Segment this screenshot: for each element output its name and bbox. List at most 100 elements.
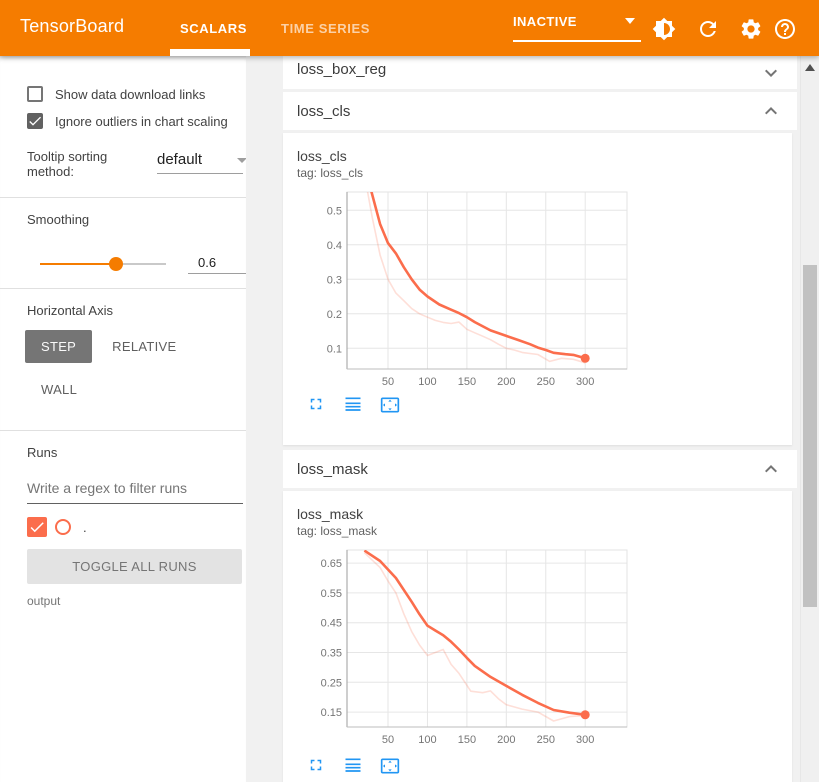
smoothing-label: Smoothing xyxy=(27,212,90,227)
runs-filter-input[interactable] xyxy=(27,474,243,504)
chevron-up-icon xyxy=(765,465,777,473)
chart-title: loss_mask xyxy=(297,506,364,522)
svg-text:0.5: 0.5 xyxy=(327,205,342,217)
chart-tag: tag: loss_cls xyxy=(297,166,364,180)
run-row: . xyxy=(27,517,246,537)
run-status-value: INACTIVE xyxy=(513,14,577,29)
toggle-all-runs-button[interactable]: TOGGLE ALL RUNS xyxy=(27,549,242,584)
svg-text:0.3: 0.3 xyxy=(327,274,342,286)
run-checkbox-checked-icon[interactable] xyxy=(27,517,47,537)
checkbox-label: Show data download links xyxy=(55,86,206,102)
refresh-icon xyxy=(700,21,716,37)
smoothing-slider-knob[interactable] xyxy=(108,256,123,271)
fit-domain-icon xyxy=(380,758,400,774)
svg-text:50: 50 xyxy=(382,734,394,746)
run-status-dropdown[interactable]: INACTIVE xyxy=(513,13,641,42)
svg-text:0.65: 0.65 xyxy=(321,558,342,570)
section-label: loss_mask xyxy=(297,460,368,478)
svg-text:0.55: 0.55 xyxy=(321,588,342,600)
svg-text:200: 200 xyxy=(497,376,515,388)
log-scale-button[interactable] xyxy=(341,756,365,776)
chevron-down-icon xyxy=(625,18,635,24)
chart-toolbar xyxy=(304,395,402,415)
section-header-loss-cls[interactable]: loss_cls xyxy=(283,92,797,130)
log-scale-button[interactable] xyxy=(341,395,365,415)
svg-text:150: 150 xyxy=(458,734,476,746)
fit-domain-button[interactable] xyxy=(378,395,402,415)
active-tab-indicator xyxy=(170,49,250,56)
svg-text:150: 150 xyxy=(458,376,476,388)
fit-domain-button[interactable] xyxy=(378,756,402,776)
brightness-toggle-button[interactable] xyxy=(652,17,676,41)
chart-tag: tag: loss_mask xyxy=(297,524,378,538)
brightness-toggle-icon xyxy=(652,17,676,41)
scrollbar-thumb[interactable] xyxy=(803,265,817,607)
smoothing-slider-fill xyxy=(40,262,116,265)
log-scale-lines-icon xyxy=(345,758,361,772)
horizontal-axis-label: Horizontal Axis xyxy=(27,303,113,318)
checkbox-ignore-outliers[interactable]: Ignore outliers in chart scaling xyxy=(27,113,246,129)
settings-sidebar: Show data download links Ignore outliers… xyxy=(0,56,246,782)
svg-text:0.25: 0.25 xyxy=(321,677,342,689)
loss-mask-chart[interactable]: 0.15 0.25 0.35 0.45 0.55 0.65 50 100 150 200 250 30… xyxy=(310,543,640,753)
loss-cls-chart[interactable]: 0.1 0.2 0.3 0.4 0.5 50 100 150 200 250 300 xyxy=(310,185,640,395)
tab-scalars[interactable]: SCALARS xyxy=(180,21,247,36)
checkbox-label: Ignore outliers in chart scaling xyxy=(55,113,228,129)
chart-card-loss-cls: loss_cls tag: loss_cls 0.1 0.2 0.3 0.4 0.5 50… xyxy=(283,133,792,445)
checkbox-show-download-links[interactable]: Show data download links xyxy=(27,86,246,102)
chart-toolbar xyxy=(304,756,402,776)
divider xyxy=(0,288,246,289)
runs-footer-label: output xyxy=(27,594,61,608)
svg-text:0.15: 0.15 xyxy=(321,707,342,719)
divider xyxy=(0,430,246,431)
chart-card-loss-mask: loss_mask tag: loss_mask 0.15 0.25 0.35 0.4… xyxy=(283,491,792,782)
chart-title: loss_cls xyxy=(297,148,347,164)
axis-button-relative[interactable]: RELATIVE xyxy=(96,330,192,363)
svg-text:100: 100 xyxy=(418,376,436,388)
svg-text:0.2: 0.2 xyxy=(327,309,342,321)
app-title: TensorBoard xyxy=(20,16,125,36)
help-icon xyxy=(775,19,795,39)
fullscreen-icon xyxy=(310,398,322,410)
checkbox-unchecked-icon xyxy=(27,86,43,102)
fit-domain-icon xyxy=(380,397,400,413)
svg-text:250: 250 xyxy=(537,734,555,746)
tooltip-sorting-dropdown[interactable]: default xyxy=(157,149,246,179)
checkbox-checked-icon xyxy=(27,113,43,129)
section-label: loss_box_reg xyxy=(297,61,387,78)
tab-bar: SCALARS TIME SERIES xyxy=(180,0,370,56)
tooltip-sorting-value: default xyxy=(157,151,203,168)
run-name: . xyxy=(83,519,87,535)
tab-time-series[interactable]: TIME SERIES xyxy=(281,21,370,36)
tensorboard-app: TensorBoard SCALARS TIME SERIES INACTIVE xyxy=(0,0,819,782)
refresh-button[interactable] xyxy=(696,17,720,41)
expand-chart-button[interactable] xyxy=(304,395,328,415)
svg-text:0.1: 0.1 xyxy=(327,343,342,355)
svg-text:100: 100 xyxy=(418,734,436,746)
scrollbar-up-arrow-icon[interactable] xyxy=(805,64,815,71)
dropdown-underline xyxy=(157,173,243,174)
svg-text:200: 200 xyxy=(497,734,515,746)
axis-button-wall[interactable]: WALL xyxy=(25,373,93,406)
section-header-loss-box-reg[interactable]: loss_box_reg xyxy=(283,56,797,89)
run-isolate-radio-icon[interactable] xyxy=(55,519,71,535)
app-header: TensorBoard SCALARS TIME SERIES INACTIVE xyxy=(0,0,819,56)
section-label: loss_cls xyxy=(297,102,351,120)
settings-button[interactable] xyxy=(739,17,763,41)
expand-chart-button[interactable] xyxy=(304,756,328,776)
help-button[interactable] xyxy=(773,17,797,41)
axis-button-step[interactable]: STEP xyxy=(25,330,93,363)
svg-text:0.45: 0.45 xyxy=(321,618,342,630)
smoothing-value-input[interactable] xyxy=(188,253,246,274)
vertical-scrollbar[interactable] xyxy=(800,56,819,782)
tooltip-sorting-label: Tooltip sorting method: xyxy=(27,149,108,179)
gear-icon xyxy=(741,19,761,39)
smoothing-slider[interactable] xyxy=(40,256,166,271)
svg-text:0.4: 0.4 xyxy=(327,240,342,252)
chevron-up-icon xyxy=(765,107,777,115)
svg-text:0.35: 0.35 xyxy=(321,648,342,660)
section-header-loss-mask[interactable]: loss_mask xyxy=(283,450,797,488)
runs-label: Runs xyxy=(27,445,58,460)
divider xyxy=(0,197,246,198)
chevron-down-icon xyxy=(765,69,777,77)
